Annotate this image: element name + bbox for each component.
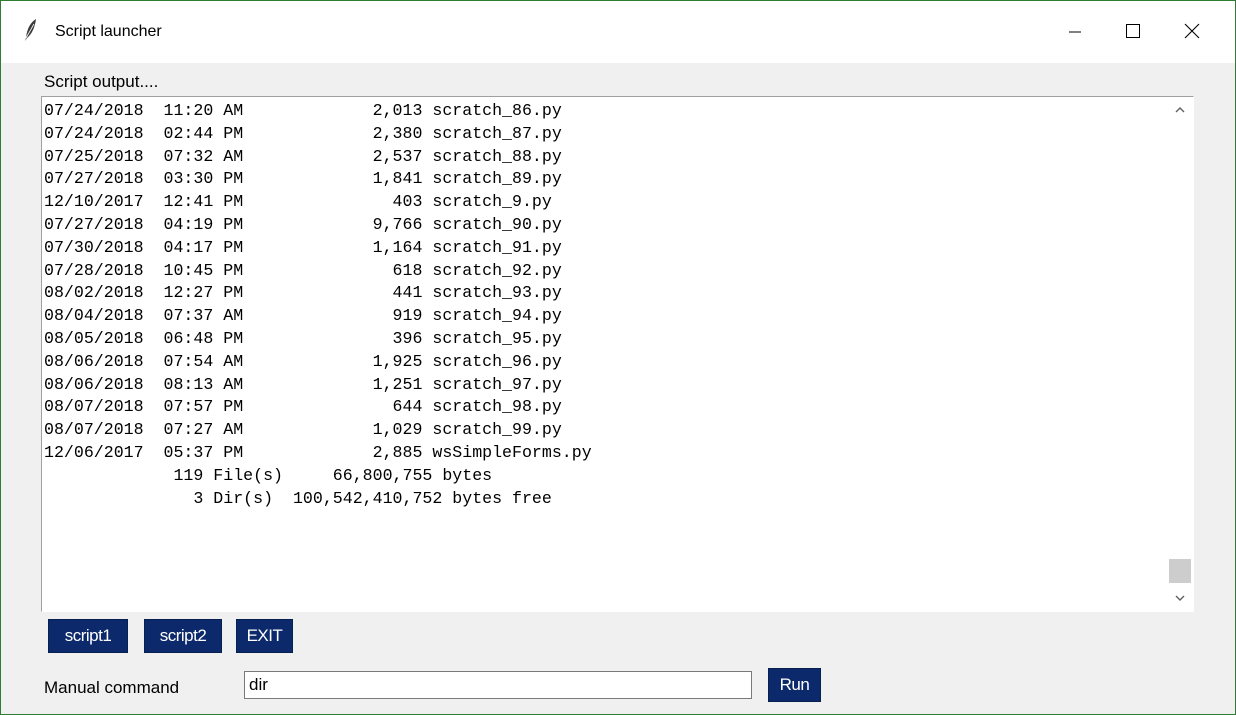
app-window: Script launcher Script output.... 07/24/… xyxy=(0,0,1236,715)
output-label: Script output.... xyxy=(44,72,159,91)
output-text[interactable]: 07/24/2018 11:20 AM 2,013 scratch_86.py … xyxy=(44,100,1164,608)
title-bar[interactable]: Script launcher xyxy=(1,1,1235,63)
output-textbox[interactable]: 07/24/2018 11:20 AM 2,013 scratch_86.py … xyxy=(41,96,1194,612)
close-icon xyxy=(1184,23,1200,44)
exit-button[interactable]: EXIT xyxy=(236,619,293,653)
vertical-scrollbar[interactable] xyxy=(1167,97,1193,611)
manual-command-input[interactable] xyxy=(244,671,752,699)
manual-command-label: Manual command xyxy=(44,678,180,697)
scroll-thumb[interactable] xyxy=(1169,559,1191,583)
run-button[interactable]: Run xyxy=(768,668,821,702)
feather-icon xyxy=(23,18,39,42)
client-area: Script output.... 07/24/2018 11:20 AM 2,… xyxy=(1,63,1235,714)
script2-button[interactable]: script2 xyxy=(144,619,222,653)
maximize-button[interactable] xyxy=(1110,13,1156,53)
close-button[interactable] xyxy=(1169,13,1215,53)
script1-button[interactable]: script1 xyxy=(48,619,128,653)
scroll-up-button[interactable] xyxy=(1167,97,1193,123)
minimize-button[interactable] xyxy=(1052,13,1098,53)
scroll-down-button[interactable] xyxy=(1167,585,1193,611)
window-title: Script launcher xyxy=(55,23,162,40)
chevron-up-icon xyxy=(1175,101,1185,119)
minimize-icon xyxy=(1068,24,1082,43)
maximize-icon xyxy=(1125,23,1141,44)
chevron-down-icon xyxy=(1175,589,1185,607)
